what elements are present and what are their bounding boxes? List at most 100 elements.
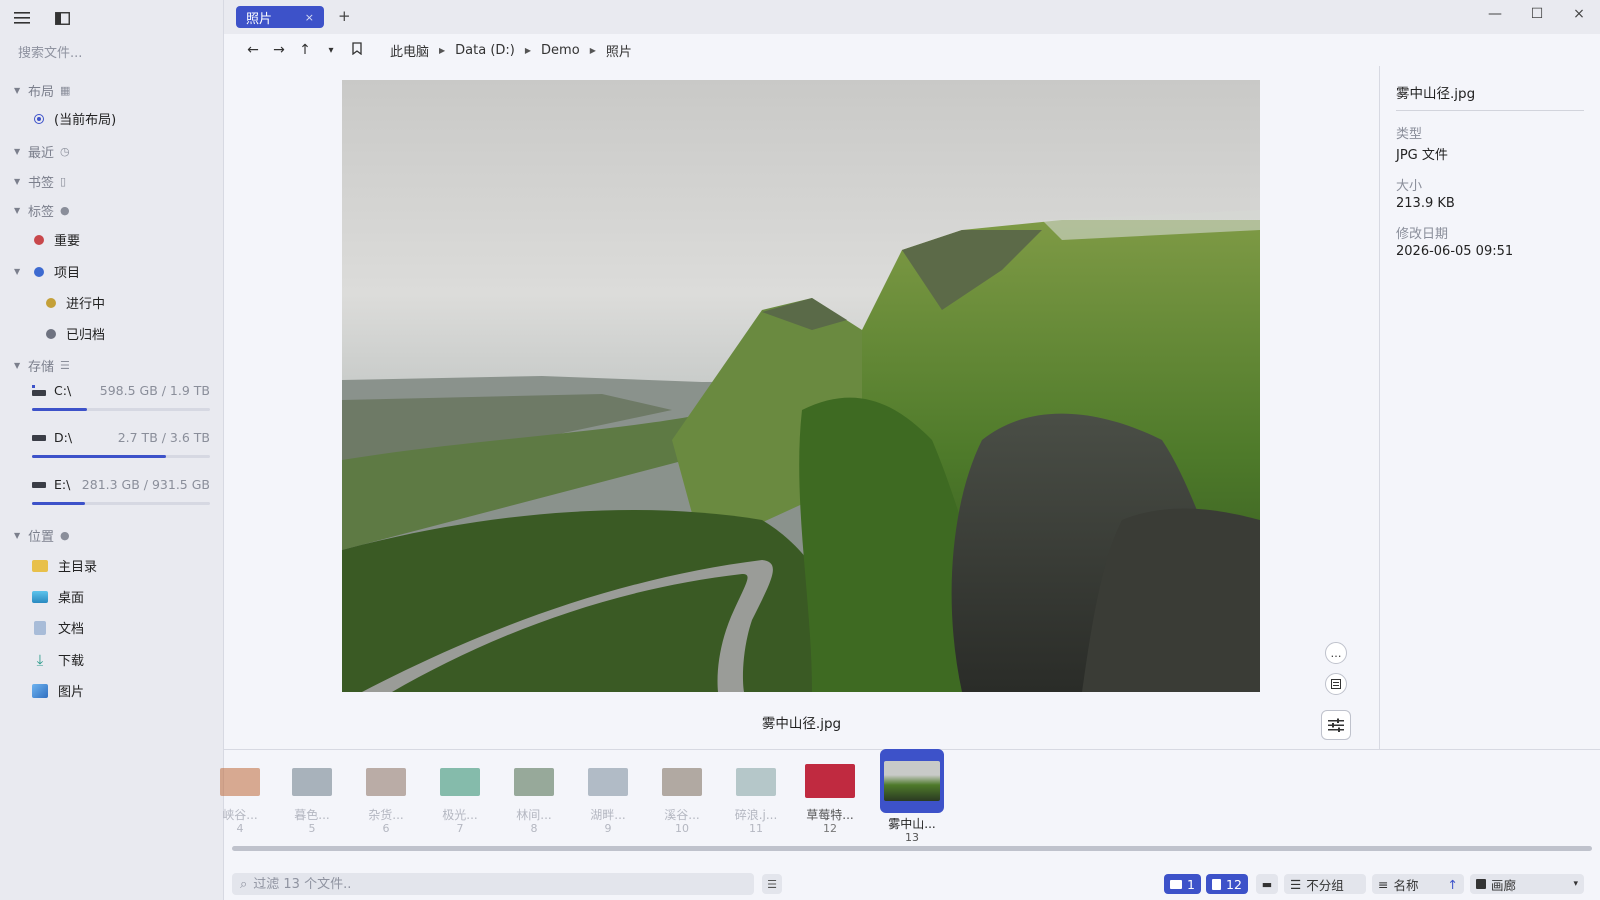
- new-tab-button[interactable]: +: [338, 7, 351, 25]
- radio-selected-icon: [34, 113, 44, 124]
- thumbnail-name: 林间...: [516, 808, 552, 822]
- thumbnail-image: [440, 768, 480, 796]
- tab-title: 照片: [246, 11, 273, 27]
- breadcrumb-this-pc[interactable]: 此电脑: [390, 41, 429, 60]
- place-documents[interactable]: 文档: [32, 618, 84, 637]
- section-layout[interactable]: ▼ 布局 ▦: [14, 81, 70, 100]
- drive-c[interactable]: C:\ 598.5 GB / 1.9 TB: [32, 383, 210, 411]
- thumbnail-number: 10: [675, 822, 689, 835]
- download-icon: ⤓: [36, 650, 44, 669]
- thumbnail-selected[interactable]: 雾中山... 13: [880, 749, 944, 844]
- drive-e[interactable]: E:\ 281.3 GB / 931.5 GB: [32, 477, 210, 505]
- thumbnail-number: 12: [823, 822, 837, 835]
- place-desktop[interactable]: 桌面: [32, 587, 84, 606]
- tag-icon: ●: [60, 204, 70, 217]
- filter-box[interactable]: ⌕: [232, 873, 754, 895]
- thumbnail-number: 7: [456, 822, 464, 835]
- more-options-button[interactable]: …: [1325, 642, 1347, 664]
- filter-input[interactable]: [253, 876, 734, 892]
- info-size-label: 大小: [1396, 179, 1423, 194]
- thumbnail[interactable]: 碎浪.j... 11: [724, 760, 788, 835]
- search-files-input[interactable]: [18, 46, 208, 61]
- layout-current-label: (当前布局): [54, 113, 117, 128]
- tab-bar: 照片 × + — ☐ ×: [224, 0, 1600, 34]
- place-downloads[interactable]: ⤓ 下载: [32, 650, 84, 670]
- chevron-down-icon: ▾: [1573, 879, 1578, 889]
- thumbnail[interactable]: 杂货... 6: [354, 760, 418, 835]
- tag-project[interactable]: ▼ 项目: [14, 262, 80, 281]
- document-icon: [34, 620, 46, 635]
- thumbnail[interactable]: 草莓特... 12: [798, 760, 862, 835]
- forward-button[interactable]: →: [266, 42, 292, 58]
- details-panel-button[interactable]: [1325, 673, 1347, 695]
- caret-down-icon: ▼: [14, 206, 21, 215]
- sort-by-button[interactable]: ≡ 名称 ↑: [1372, 874, 1464, 894]
- place-home[interactable]: 主目录: [32, 556, 97, 575]
- folder-count-badge[interactable]: 1: [1164, 874, 1201, 894]
- back-button[interactable]: ←: [240, 42, 266, 58]
- thumbnail[interactable]: 暮色... 5: [280, 760, 344, 835]
- breadcrumb-drive[interactable]: Data (D:): [455, 43, 515, 58]
- up-button[interactable]: ↑: [292, 42, 318, 58]
- file-count-badge[interactable]: 12: [1206, 874, 1248, 894]
- thumbnail-image: [662, 768, 702, 796]
- section-layout-label: 布局: [28, 85, 55, 100]
- caret-down-icon: ▼: [14, 147, 21, 156]
- toggle-details-button[interactable]: ▬: [1256, 874, 1278, 894]
- sort-by-label: 名称: [1393, 877, 1419, 893]
- minimize-button[interactable]: —: [1488, 6, 1502, 22]
- tag-important[interactable]: 重要: [34, 230, 80, 249]
- thumbnail-name: 杂货...: [368, 808, 404, 822]
- disk-icon: [32, 434, 46, 441]
- menu-icon[interactable]: [12, 8, 32, 28]
- tab-photos[interactable]: 照片 ×: [236, 6, 324, 28]
- section-places[interactable]: ▼ 位置 ●: [14, 526, 70, 545]
- thumbnail-name: 极光...: [442, 808, 478, 822]
- thumbnail-number: 4: [236, 822, 244, 835]
- history-dropdown-icon[interactable]: ▾: [318, 45, 344, 56]
- section-recent[interactable]: ▼ 最近 ◷: [14, 142, 70, 161]
- tab-close-icon[interactable]: ×: [305, 11, 314, 24]
- drive-usage: 598.5 GB / 1.9 TB: [99, 383, 210, 398]
- thumbnail-name: 湖畔...: [590, 808, 626, 822]
- thumbnail[interactable]: 峡谷... 4: [208, 760, 272, 835]
- toggle-sidebar-icon[interactable]: [52, 8, 72, 28]
- photo-preview[interactable]: [342, 80, 1260, 692]
- section-storage-label: 存储: [28, 360, 55, 375]
- filmstrip-scrollbar[interactable]: [232, 846, 1592, 851]
- section-tags[interactable]: ▼ 标签 ●: [14, 201, 70, 220]
- tag-label: 重要: [54, 234, 81, 249]
- section-bookmarks[interactable]: ▼ 书签 ▯: [14, 172, 66, 191]
- thumbnail[interactable]: 林间... 8: [502, 760, 566, 835]
- thumbnail[interactable]: 极光... 7: [428, 760, 492, 835]
- layout-current[interactable]: (当前布局): [34, 109, 116, 128]
- section-storage[interactable]: ▼ 存储 ☰: [14, 356, 70, 375]
- tag-in-progress[interactable]: 进行中: [46, 293, 105, 312]
- group-by-button[interactable]: ☰ 不分组: [1284, 874, 1366, 894]
- filter-options-button[interactable]: ☰: [762, 874, 782, 894]
- adjust-settings-button[interactable]: [1321, 710, 1351, 740]
- view-mode-select[interactable]: 画廊 ▾: [1470, 874, 1584, 894]
- drive-d[interactable]: D:\ 2.7 TB / 3.6 TB: [32, 430, 210, 458]
- thumbnail[interactable]: 溪谷... 10: [650, 760, 714, 835]
- filmstrip: 峡谷... 4 暮色... 5 杂货... 6 极光... 7 林间... 8 …: [220, 749, 1600, 859]
- preview-caption: 雾中山径.jpg: [761, 716, 842, 732]
- sidebar: ▼ 布局 ▦ (当前布局) ▼ 最近 ◷ ▼ 书签 ▯ ▼ 标签 ● 重要 ▼ …: [0, 0, 224, 900]
- bookmark-add-icon[interactable]: [344, 41, 370, 59]
- thumbnail[interactable]: 湖畔... 9: [576, 760, 640, 835]
- chevron-right-icon: ▶: [589, 45, 596, 55]
- breadcrumb-photos[interactable]: 照片: [606, 41, 632, 60]
- tag-archived[interactable]: 已归档: [46, 324, 105, 343]
- sort-direction-icon[interactable]: ↑: [1448, 877, 1458, 892]
- place-pictures[interactable]: 图片: [32, 681, 84, 700]
- desktop-icon: [32, 590, 48, 603]
- maximize-button[interactable]: ☐: [1530, 6, 1544, 22]
- info-filename: 雾中山径.jpg: [1396, 82, 1584, 111]
- place-label: 文档: [58, 622, 85, 637]
- group-by-label: 不分组: [1306, 877, 1344, 893]
- list-icon: [1331, 679, 1341, 689]
- thumbnail-number: 8: [530, 822, 538, 835]
- breadcrumb-demo[interactable]: Demo: [541, 43, 580, 58]
- close-window-button[interactable]: ×: [1572, 6, 1586, 22]
- folder-icon: [1170, 879, 1182, 889]
